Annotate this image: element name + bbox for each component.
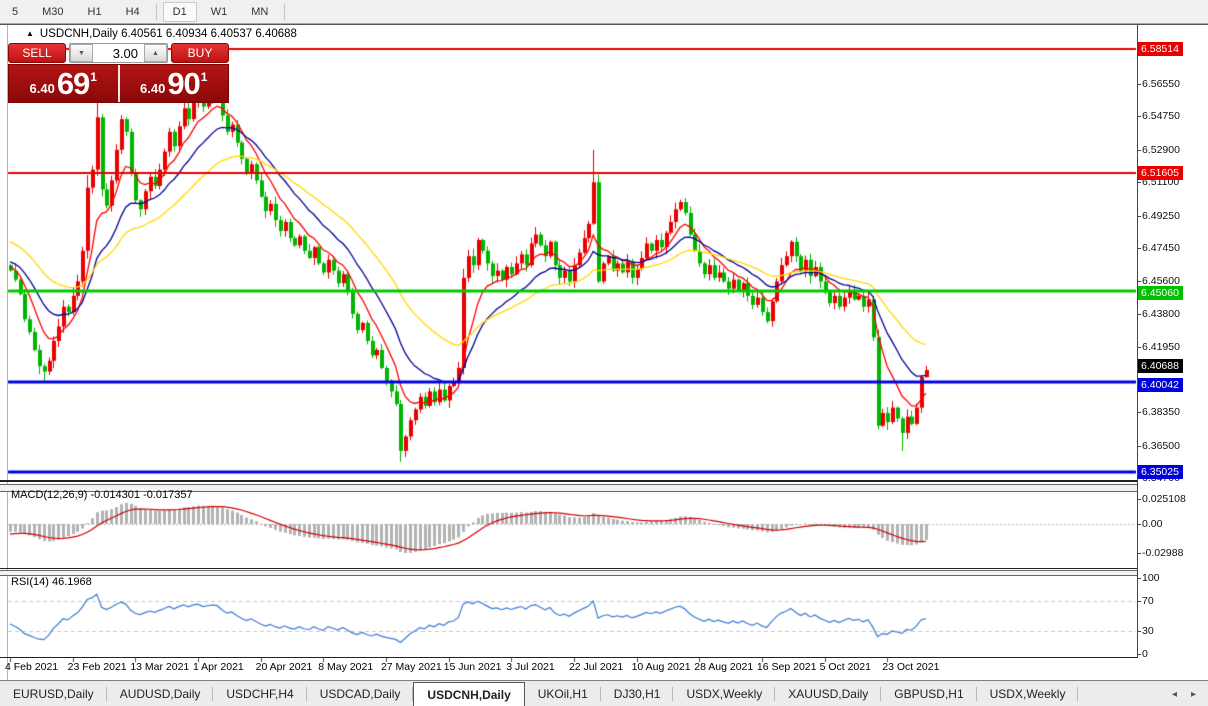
chart-tab-usdcad-3[interactable]: USDCAD,Daily [307, 681, 414, 706]
chart-tab-ukoil-5[interactable]: UKOil,H1 [525, 681, 601, 706]
buy-price-big: 90 [167, 65, 200, 101]
rsi-panel-splitter[interactable] [0, 570, 1208, 576]
date-label: 13 Mar 2021 [130, 661, 190, 673]
date-label: 22 Jul 2021 [568, 661, 624, 673]
date-label: 23 Oct 2021 [882, 661, 940, 673]
timeframe-button-w1[interactable]: W1 [201, 2, 238, 22]
chart-tab-usdx-7[interactable]: USDX,Weekly [673, 681, 776, 706]
date-label: 20 Apr 2021 [255, 661, 313, 673]
price-tick: 6.41950 [1137, 341, 1180, 354]
one-click-trade-panel: SELL ▼ 3.00 ▲ BUY 6.40 69 1 6.40 90 1 [8, 43, 229, 103]
timeframe-button-m30[interactable]: M30 [32, 2, 73, 22]
mt4-window: 5 M30 H1 H4 D1 W1 MN 6.56550 6.54750 6.52900 6.51… [0, 0, 1208, 706]
macd-axis-tick: 0.00 [1136, 518, 1163, 530]
buy-button[interactable]: BUY [171, 43, 229, 63]
price-badge: 6.51605 [1138, 166, 1183, 181]
date-label: 16 Sep 2021 [756, 661, 817, 673]
chart-tab-eurusd-0[interactable]: EURUSD,Daily [0, 681, 107, 706]
chart-tab-xauusd-8[interactable]: XAUUSD,Daily [775, 681, 882, 706]
timeframe-button-5[interactable]: 5 [2, 2, 28, 22]
sell-button[interactable]: SELL [8, 43, 66, 63]
sell-price-pip: 1 [90, 69, 97, 84]
buy-price[interactable]: 6.40 90 1 [120, 65, 229, 102]
main-panel-bottom-border [0, 480, 1208, 482]
price-tick: 6.36500 [1137, 439, 1180, 452]
volume-field[interactable]: 3.00 [93, 44, 144, 62]
price-tick: 6.52900 [1137, 143, 1180, 156]
chart-tab-usdx-10[interactable]: USDX,Weekly [977, 681, 1079, 706]
collapse-icon[interactable]: ▲ [26, 29, 34, 38]
price-tick: 6.49250 [1137, 209, 1180, 222]
macd-axis-tick: -0.02988 [1136, 547, 1184, 560]
tab-scroll-right-icon[interactable]: ▸ [1191, 689, 1196, 700]
date-label: 27 May 2021 [380, 661, 442, 673]
volume-up-button[interactable]: ▲ [144, 44, 167, 62]
date-label: 1 Apr 2021 [192, 661, 244, 673]
toolbar-separator [284, 3, 286, 20]
date-label: 23 Feb 2021 [67, 661, 127, 673]
timeframe-toolbar: 5 M30 H1 H4 D1 W1 MN [0, 0, 1208, 24]
price-axis[interactable]: 6.56550 6.54750 6.52900 6.51100 6.49250 6.474… [1136, 25, 1208, 660]
price-badge: 6.35025 [1138, 465, 1183, 480]
price-tick: 6.38350 [1137, 406, 1180, 419]
date-label: 5 Oct 2021 [819, 661, 871, 673]
chart-tab-bar: EURUSD,Daily AUDUSD,Daily USDCHF,H4 USDCAD,… [0, 680, 1208, 706]
chart-left-frame [7, 25, 8, 680]
date-label: 8 May 2021 [318, 661, 374, 673]
price-tick: 6.54750 [1137, 110, 1180, 123]
timeframe-button-h1[interactable]: H1 [78, 2, 112, 22]
date-label: 15 Jun 2021 [443, 661, 502, 673]
timeframe-button-d1[interactable]: D1 [162, 1, 197, 22]
buy-price-small: 6.40 [140, 81, 166, 96]
date-label: 3 Jul 2021 [506, 661, 555, 673]
sell-price[interactable]: 6.40 69 1 [9, 65, 118, 102]
date-label: 4 Feb 2021 [5, 661, 59, 673]
date-label: 28 Aug 2021 [694, 661, 754, 673]
rsi-axis-tick: 70 [1137, 594, 1154, 607]
price-tick: 6.56550 [1137, 78, 1180, 90]
rsi-label: RSI(14) 46.1968 [11, 576, 92, 588]
chart-ohlc-header: ▲ USDCNH,Daily 6.40561 6.40934 6.40537 6.… [26, 28, 297, 40]
timeframe-button-h4[interactable]: H4 [116, 2, 150, 22]
rsi-panel-bottom-border [0, 657, 1208, 658]
sell-price-small: 6.40 [29, 81, 55, 96]
tab-scroll-nav: ◂ ▸ [1172, 681, 1208, 706]
rsi-axis-tick: 0 [1137, 648, 1148, 660]
chart-tab-usdchf-2[interactable]: USDCHF,H4 [213, 681, 308, 706]
macd-label: MACD(12,26,9) -0.014301 -0.017357 [11, 489, 193, 501]
price-badge: 6.40688 [1138, 359, 1183, 373]
price-badge: 6.58514 [1138, 41, 1183, 56]
price-tick: 6.43800 [1137, 307, 1180, 320]
price-badge: 6.45060 [1138, 286, 1183, 301]
toolbar-separator [155, 3, 157, 20]
sell-price-big: 69 [56, 65, 90, 101]
volume-stepper: ▼ 3.00 ▲ [69, 43, 168, 63]
timeframe-button-mn[interactable]: MN [241, 2, 278, 22]
chart-tab-dj30-6[interactable]: DJ30,H1 [601, 681, 674, 706]
buy-price-pip: 1 [200, 69, 208, 84]
tab-scroll-left-icon[interactable]: ◂ [1172, 689, 1177, 700]
chart-tab-audusd-1[interactable]: AUDUSD,Daily [107, 681, 214, 706]
macd-panel-bottom-border [0, 568, 1208, 569]
price-badge: 6.40042 [1138, 377, 1183, 392]
macd-axis-tick: 0.025108 [1137, 493, 1186, 506]
price-chart-canvas[interactable] [0, 25, 1208, 680]
rsi-axis-tick: 30 [1137, 625, 1154, 638]
rsi-axis-tick: 100 [1137, 572, 1160, 584]
date-label: 10 Aug 2021 [631, 661, 691, 673]
chart-area: 6.56550 6.54750 6.52900 6.51100 6.49250 6.474… [0, 24, 1208, 680]
price-tick: 6.47450 [1137, 242, 1180, 255]
ohlc-text: USDCNH,Daily 6.40561 6.40934 6.40537 6.4… [39, 28, 297, 40]
chart-tab-usdcnh-4[interactable]: USDCNH,Daily [413, 682, 525, 706]
chart-tab-gbpusd-9[interactable]: GBPUSD,H1 [881, 681, 978, 706]
volume-down-button[interactable]: ▼ [70, 44, 93, 62]
